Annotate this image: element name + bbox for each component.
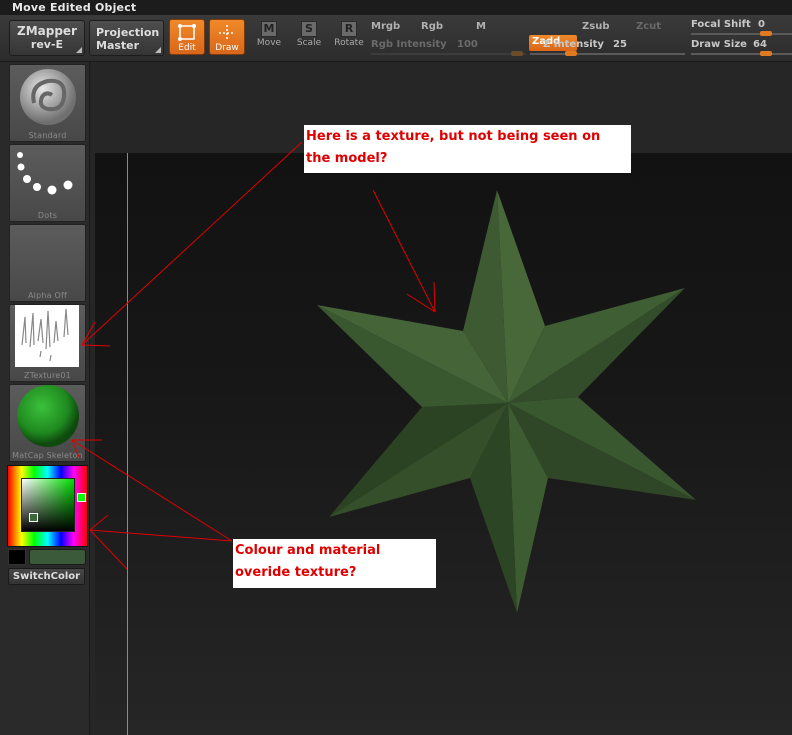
annotation-colour-note: Colour and material overide texture?	[233, 539, 436, 588]
annotation-texture-note: Here is a texture, but not being seen on…	[304, 125, 631, 173]
zbrush-window: Move Edited Object ZMapper rev-E Project…	[0, 0, 792, 735]
scene-overlay	[71, 141, 696, 613]
